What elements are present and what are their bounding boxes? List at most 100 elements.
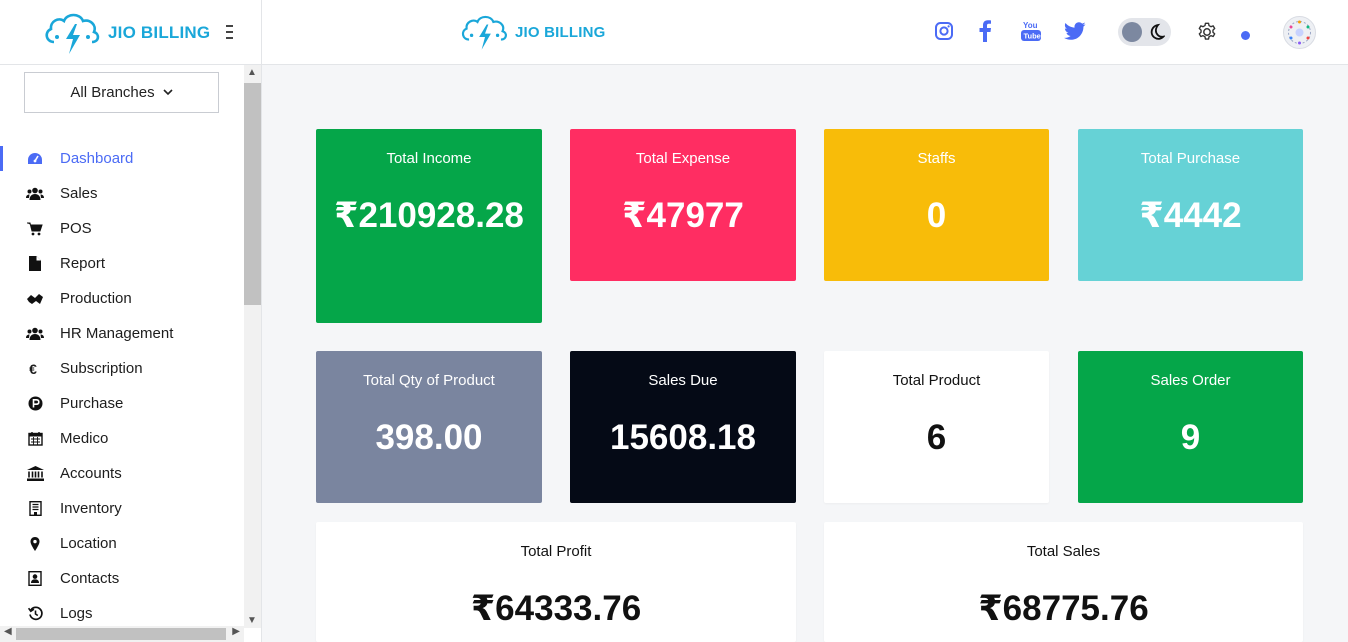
sidebar: All Branches Dashboard Sales POS Report … xyxy=(0,65,262,642)
sidebar-item-label: Dashboard xyxy=(60,150,134,167)
card-total-purchase[interactable]: Total Purchase ₹4442 xyxy=(1078,129,1303,281)
youtube-icon[interactable]: You Tube xyxy=(1018,17,1044,45)
sidebar-item-subscription[interactable]: € Subscription xyxy=(0,351,244,386)
production-icon xyxy=(26,290,44,308)
card-title: Total Product xyxy=(892,372,981,389)
sidebar-item-label: POS xyxy=(60,220,92,237)
chevron-down-icon xyxy=(163,89,173,96)
sidebar-item-medico[interactable]: Medico xyxy=(0,421,244,456)
file-icon xyxy=(26,255,44,273)
history-icon xyxy=(26,605,44,623)
scroll-up-arrow-icon[interactable]: ▲ xyxy=(247,67,257,78)
sidebar-item-label: Contacts xyxy=(60,570,120,587)
scroll-down-arrow-icon[interactable]: ▼ xyxy=(247,615,257,626)
facebook-icon[interactable] xyxy=(972,17,998,45)
branch-select-value: All Branches xyxy=(70,84,155,101)
sidebar-item-contacts[interactable]: Contacts xyxy=(0,561,244,596)
contacts-icon xyxy=(26,570,44,588)
twitter-icon[interactable] xyxy=(1062,17,1088,45)
sidebar-item-purchase[interactable]: Purchase xyxy=(0,386,244,421)
scrollbar-thumb[interactable] xyxy=(16,628,226,640)
scroll-left-arrow-icon[interactable]: ◀ xyxy=(4,626,12,637)
user-avatar[interactable] xyxy=(1283,16,1316,49)
brand-name: JIO BILLING xyxy=(108,22,211,42)
sidebar-item-label: Sales xyxy=(60,185,98,202)
toggle-knob xyxy=(1122,22,1142,42)
sidebar-item-location[interactable]: Location xyxy=(0,526,244,561)
card-value: 398.00 xyxy=(375,418,483,457)
sidebar-vertical-scrollbar[interactable]: ▲ ▼ xyxy=(244,65,261,628)
bank-icon xyxy=(26,465,44,483)
header-brand-name: JIO BILLING xyxy=(515,23,606,41)
users-icon xyxy=(26,185,44,203)
card-value: 15608.18 xyxy=(610,418,756,457)
sidebar-item-label: Purchase xyxy=(60,395,124,412)
header-brand-logo[interactable]: JIO BILLING xyxy=(459,12,606,52)
sidebar-horizontal-scrollbar[interactable]: ◀ ▶ xyxy=(0,626,244,642)
dark-mode-toggle[interactable] xyxy=(1118,18,1171,46)
sidebar-item-label: Subscription xyxy=(60,360,143,377)
top-header: JIO BILLING JIO BILLING You Tube xyxy=(0,0,1348,65)
card-total-income[interactable]: Total Income ₹210928.28 xyxy=(316,129,542,323)
brand-logo[interactable]: JIO BILLING xyxy=(42,10,210,56)
inventory-icon xyxy=(26,500,44,518)
sidebar-item-label: Logs xyxy=(60,605,93,622)
card-title: Total Income xyxy=(386,150,472,167)
settings-gear-icon[interactable] xyxy=(1196,21,1218,48)
card-total-profit[interactable]: Total Profit ₹64333.76 xyxy=(316,522,796,642)
scroll-right-arrow-icon[interactable]: ▶ xyxy=(232,626,240,637)
card-value: 0 xyxy=(926,196,947,235)
sidebar-item-hr-management[interactable]: HR Management xyxy=(0,316,244,351)
cart-icon xyxy=(26,220,44,238)
card-value: ₹210928.28 xyxy=(334,196,524,235)
card-sales-due[interactable]: Sales Due 15608.18 xyxy=(570,351,796,503)
instagram-icon[interactable] xyxy=(931,17,957,45)
sidebar-item-label: HR Management xyxy=(60,325,174,342)
sidebar-item-label: Report xyxy=(60,255,106,272)
youtube-you-text: You xyxy=(1023,21,1038,30)
sidebar-item-label: Inventory xyxy=(60,500,122,517)
sidebar-item-report[interactable]: Report xyxy=(0,246,244,281)
purchase-icon xyxy=(26,395,44,413)
card-title: Sales Order xyxy=(1150,372,1231,389)
card-value: ₹68775.76 xyxy=(978,589,1149,628)
sidebar-item-label: Medico xyxy=(60,430,109,447)
card-title: Total Profit xyxy=(520,543,592,560)
location-pin-icon xyxy=(26,535,44,553)
card-title: Total Expense xyxy=(635,150,731,167)
cloud-bolt-logo-icon xyxy=(461,15,507,50)
card-value: ₹4442 xyxy=(1139,196,1242,235)
card-title: Total Purchase xyxy=(1140,150,1241,167)
sidebar-item-pos[interactable]: POS xyxy=(0,211,244,246)
card-title: Staffs xyxy=(917,150,956,167)
cloud-bolt-logo-icon xyxy=(45,13,100,54)
sidebar-item-sales[interactable]: Sales xyxy=(0,176,244,211)
sidebar-brand: JIO BILLING xyxy=(0,0,262,65)
card-title: Total Qty of Product xyxy=(363,372,495,389)
euro-icon: € xyxy=(29,360,37,377)
card-total-expense[interactable]: Total Expense ₹47977 xyxy=(570,129,796,281)
sidebar-item-label: Location xyxy=(60,535,117,552)
scrollbar-thumb[interactable] xyxy=(244,83,261,305)
card-total-sales[interactable]: Total Sales ₹68775.76 xyxy=(824,522,1303,642)
notification-dot[interactable] xyxy=(1241,31,1250,40)
sidebar-item-dashboard[interactable]: Dashboard xyxy=(0,141,244,176)
sidebar-nav: Dashboard Sales POS Report Production HR… xyxy=(0,141,244,631)
card-value: 6 xyxy=(926,418,947,457)
card-total-product[interactable]: Total Product 6 xyxy=(824,351,1049,503)
sidebar-item-accounts[interactable]: Accounts xyxy=(0,456,244,491)
card-sales-order[interactable]: Sales Order 9 xyxy=(1078,351,1303,503)
card-value: ₹47977 xyxy=(622,196,744,235)
dashboard-icon xyxy=(26,150,44,168)
sidebar-item-label: Production xyxy=(60,290,132,307)
sidebar-item-inventory[interactable]: Inventory xyxy=(0,491,244,526)
card-staffs[interactable]: Staffs 0 xyxy=(824,129,1049,281)
menu-toggle-icon[interactable] xyxy=(226,25,234,41)
card-value: 9 xyxy=(1180,418,1201,457)
youtube-tube-text: Tube xyxy=(1024,32,1041,41)
users-icon xyxy=(26,325,44,343)
sidebar-item-production[interactable]: Production xyxy=(0,281,244,316)
card-total-qty-of-product[interactable]: Total Qty of Product 398.00 xyxy=(316,351,542,503)
moon-icon xyxy=(1150,23,1165,40)
branch-select[interactable]: All Branches xyxy=(24,72,219,113)
